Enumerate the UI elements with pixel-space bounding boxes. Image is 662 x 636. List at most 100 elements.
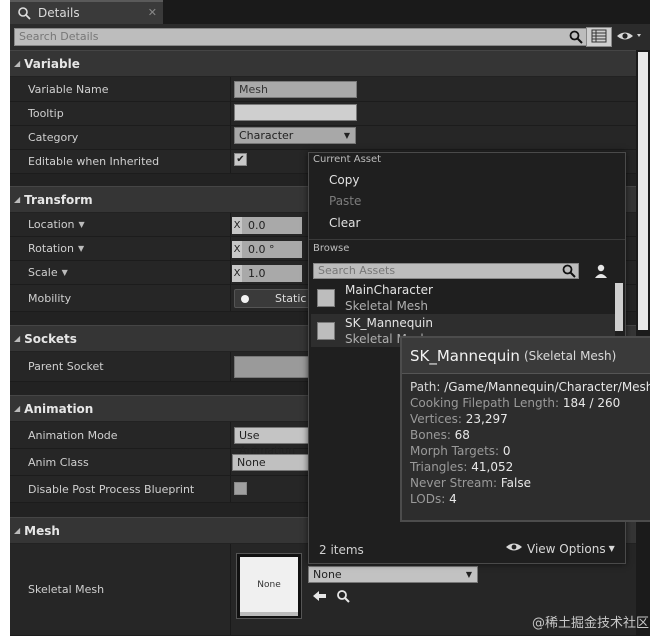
- property-label: Mobility: [28, 291, 72, 305]
- collapse-arrow-icon: ◢: [14, 526, 21, 535]
- thumbnail-bar: [240, 612, 298, 616]
- checkmark-icon: ✔: [236, 154, 245, 165]
- category-label: Mesh: [24, 523, 60, 538]
- tab-title: Details: [38, 6, 80, 20]
- collapse-arrow-icon: ◢: [14, 195, 21, 204]
- asset-item[interactable]: MainCharacter Skeletal Mesh: [311, 281, 615, 314]
- view-options-button[interactable]: [616, 29, 646, 45]
- axis-x-label: X: [232, 265, 242, 282]
- location-x-value[interactable]: 0.0: [242, 217, 302, 234]
- property-label: Location: [28, 218, 75, 231]
- combo-value: None: [313, 568, 342, 581]
- rotation-x-value[interactable]: 0.0 °: [242, 241, 302, 258]
- parent-socket-field[interactable]: [234, 356, 310, 378]
- view-options-menu[interactable]: View Options ▼: [505, 541, 615, 556]
- asset-thumbnail: [317, 322, 335, 340]
- tooltip-asset-name: SK_Mannequin: [410, 346, 520, 365]
- mobility-static-button[interactable]: Static: [234, 289, 310, 308]
- category-label: Sockets: [24, 331, 77, 346]
- tooltip-line: Cooking Filepath Length: 184 / 260: [410, 396, 621, 410]
- scale-x-value[interactable]: 1.0: [242, 265, 302, 282]
- chevron-down-icon: ▼: [343, 131, 350, 140]
- search-details-input[interactable]: Search Details: [14, 28, 588, 46]
- use-selected-arrow-icon[interactable]: [312, 589, 328, 606]
- scrollbar-thumb[interactable]: [638, 52, 648, 330]
- variable-name-input[interactable]: Mesh: [234, 81, 357, 98]
- tab-details[interactable]: Details ✕: [10, 0, 163, 24]
- details-window: Details ✕ Search Details ◢ Variable Varia…: [10, 0, 650, 636]
- mobility-value: Static: [275, 292, 307, 305]
- view-options-label: View Options: [527, 541, 606, 556]
- axis-x-label: X: [232, 217, 242, 234]
- property-label: Category: [28, 131, 79, 144]
- collapse-arrow-icon: ◢: [14, 404, 21, 413]
- collapse-arrow-icon: ◢: [14, 59, 21, 68]
- tooltip-header: SK_Mannequin (Skeletal Mesh): [402, 338, 650, 374]
- search-assets-input[interactable]: Search Assets: [313, 263, 579, 279]
- category-label: Variable: [24, 56, 80, 71]
- tooltip-line: Triangles: 41,052: [410, 460, 514, 474]
- anim-class-combo[interactable]: None: [232, 454, 310, 471]
- category-label: Animation: [24, 401, 94, 416]
- asset-name: MainCharacter: [345, 283, 433, 297]
- search-placeholder: Search Assets: [318, 264, 396, 277]
- property-label: Editable when Inherited: [28, 155, 160, 168]
- skeletal-mesh-combo[interactable]: None ▼: [308, 566, 478, 583]
- skeletal-mesh-thumbnail[interactable]: None: [236, 553, 302, 619]
- current-asset-header: Current Asset: [313, 154, 382, 165]
- property-label: Disable Post Process Blueprint: [28, 482, 195, 496]
- property-label: Animation Mode: [28, 428, 118, 442]
- category-combo[interactable]: Character ▼: [234, 127, 356, 144]
- property-label: Parent Socket: [28, 360, 104, 373]
- eye-icon: [616, 29, 644, 46]
- menu-item-clear[interactable]: Clear: [329, 216, 360, 230]
- combo-value: Character: [239, 129, 294, 142]
- menu-item-copy[interactable]: Copy: [329, 173, 359, 187]
- tooltip-line: Vertices: 23,297: [410, 412, 508, 426]
- user-filter-icon[interactable]: [593, 263, 609, 279]
- tab-strip: Details ✕: [10, 0, 650, 24]
- animation-mode-combo[interactable]: Use Animation: [234, 427, 310, 457]
- dropdown-icon[interactable]: ▼: [62, 268, 68, 277]
- property-label: Skeletal Mesh: [28, 583, 105, 596]
- browse-header: Browse: [313, 243, 350, 254]
- category-label: Transform: [24, 192, 93, 207]
- property-label: Tooltip: [28, 107, 64, 120]
- editable-inherited-checkbox[interactable]: ✔: [234, 153, 247, 166]
- asset-tooltip: SK_Mannequin (Skeletal Mesh) Path: /Game…: [400, 336, 650, 522]
- tooltip-line: Bones: 68: [410, 428, 470, 442]
- menu-item-paste[interactable]: Paste: [329, 194, 361, 208]
- property-label: Scale: [28, 266, 58, 279]
- details-icon: [16, 5, 32, 21]
- eye-icon: [505, 541, 523, 556]
- browse-magnifier-icon[interactable]: [336, 589, 350, 606]
- item-count: 2 items: [319, 543, 364, 557]
- search-icon: [562, 264, 576, 282]
- dropdown-icon[interactable]: ▼: [79, 220, 85, 229]
- property-matrix-button[interactable]: [586, 27, 612, 47]
- asset-type: Skeletal Mesh: [345, 299, 429, 313]
- close-icon[interactable]: ✕: [148, 6, 157, 19]
- property-label: Rotation: [28, 242, 75, 255]
- property-label: Anim Class: [28, 455, 89, 469]
- search-row: Search Details: [10, 24, 650, 50]
- watermark-text: @稀土掘金技术社区: [532, 616, 650, 631]
- asset-thumbnail: [317, 289, 335, 307]
- tooltip-input[interactable]: [234, 104, 357, 121]
- radio-dot-icon: [241, 295, 249, 303]
- tooltip-asset-type: (Skeletal Mesh): [523, 348, 617, 363]
- chevron-down-icon: ▼: [465, 570, 472, 579]
- chevron-down-icon: ▼: [608, 544, 615, 553]
- tooltip-line: Path: /Game/Mannequin/Character/Mesh: [410, 380, 650, 394]
- grid-icon: [591, 29, 607, 46]
- category-variable[interactable]: ◢ Variable: [10, 50, 636, 76]
- separator: [309, 239, 625, 240]
- asset-name: SK_Mannequin: [345, 316, 433, 330]
- disable-post-process-checkbox[interactable]: [234, 482, 247, 495]
- asset-list-scrollbar[interactable]: [615, 283, 623, 331]
- collapse-arrow-icon: ◢: [14, 334, 21, 343]
- search-icon: [569, 30, 583, 49]
- thumbnail-text: None: [240, 557, 298, 613]
- dropdown-icon[interactable]: ▼: [78, 244, 84, 253]
- property-label: Variable Name: [28, 82, 109, 96]
